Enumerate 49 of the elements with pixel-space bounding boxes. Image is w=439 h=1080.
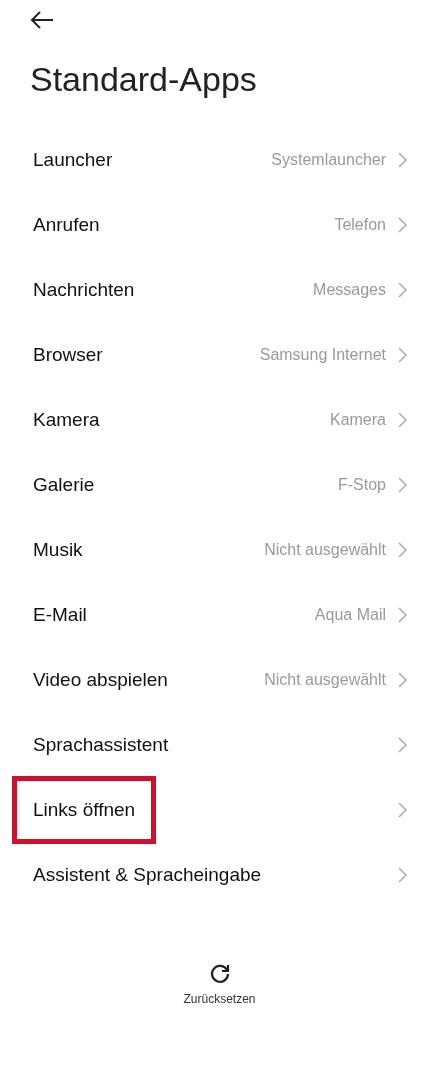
row-label: Links öffnen [12, 775, 157, 844]
chevron-right-icon [398, 151, 407, 168]
settings-row[interactable]: Kamera Kamera [0, 387, 439, 452]
chevron-right-icon [398, 411, 407, 428]
page-title: Standard-Apps [30, 60, 257, 99]
settings-row[interactable]: Nachrichten Messages [0, 257, 439, 322]
row-value: Samsung Internet [259, 345, 386, 364]
settings-row[interactable]: Video abspielen Nicht ausgewählt [0, 647, 439, 712]
settings-row[interactable]: Anrufen Telefon [0, 192, 439, 257]
chevron-right-icon [398, 671, 407, 688]
chevron-right-icon [398, 606, 407, 623]
row-value: Aqua Mail [314, 605, 386, 624]
settings-row[interactable]: Browser Samsung Internet [0, 322, 439, 387]
settings-row[interactable]: Sprachassistent [0, 712, 439, 777]
row-label: Browser [33, 343, 104, 366]
row-label: Launcher [33, 148, 114, 171]
row-value: Messages [313, 280, 386, 299]
row-value: F-Stop [338, 475, 386, 494]
row-label: Sprachassistent [33, 733, 170, 756]
settings-row[interactable]: Launcher Systemlauncher [0, 127, 439, 192]
row-label: Kamera [33, 408, 101, 431]
settings-row[interactable]: E-Mail Aqua Mail [0, 582, 439, 647]
row-label: E-Mail [33, 603, 88, 626]
chevron-right-icon [398, 216, 407, 233]
back-arrow-icon [30, 11, 54, 29]
row-label: Nachrichten [33, 278, 136, 301]
chevron-right-icon [398, 476, 407, 493]
settings-row[interactable]: Galerie F-Stop [0, 452, 439, 517]
reset-button[interactable]: Zurücksetzen [159, 962, 280, 1006]
chevron-right-icon [398, 866, 407, 883]
chevron-right-icon [398, 801, 407, 818]
row-label: Musik [33, 538, 84, 561]
settings-row[interactable]: Assistent & Spracheingabe [0, 842, 439, 907]
settings-row[interactable]: Musik Nicht ausgewählt [0, 517, 439, 582]
row-value: Telefon [334, 215, 386, 234]
settings-row[interactable]: Links öffnen [0, 777, 439, 842]
chevron-right-icon [398, 736, 407, 753]
row-label: Video abspielen [33, 668, 169, 691]
chevron-right-icon [398, 346, 407, 363]
row-value: Kamera [329, 410, 386, 429]
row-value: Nicht ausgewählt [264, 540, 386, 559]
row-value: Nicht ausgewählt [264, 670, 386, 689]
row-label: Assistent & Spracheingabe [33, 863, 263, 886]
row-value: Systemlauncher [271, 150, 386, 169]
row-label: Anrufen [33, 213, 101, 236]
chevron-right-icon [398, 541, 407, 558]
row-label: Galerie [33, 473, 96, 496]
back-button[interactable] [30, 11, 54, 29]
chevron-right-icon [398, 281, 407, 298]
